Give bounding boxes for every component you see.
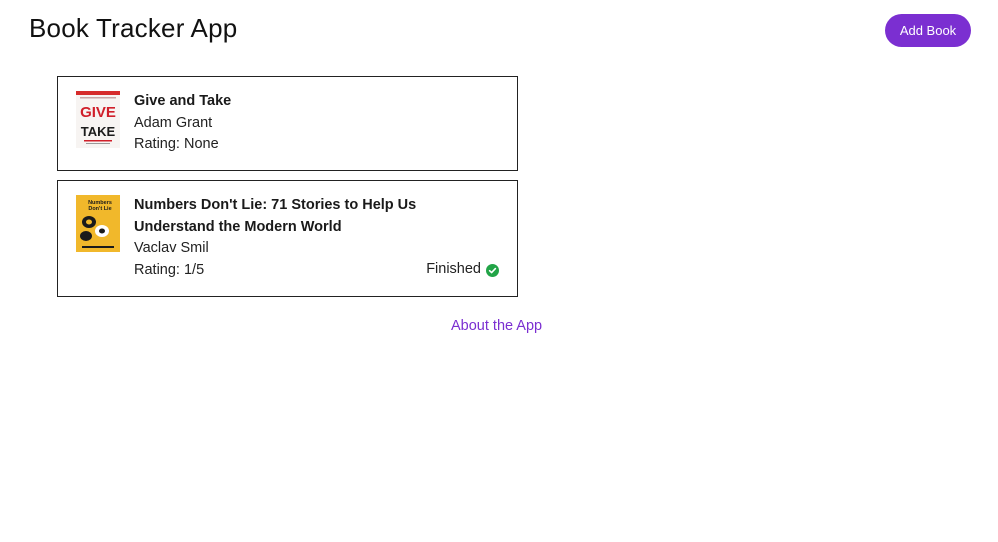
book-list: GIVE TAKE Give and Take Adam Grant Ratin… xyxy=(57,76,518,306)
book-cover-image: GIVE TAKE xyxy=(76,91,120,148)
book-card[interactable]: Numbers Don't Lie Numbers Don't Lie: 71 … xyxy=(57,180,518,297)
app-header: Book Tracker App Add Book xyxy=(0,0,998,60)
book-rating: Rating: None xyxy=(134,136,219,152)
cover-text-top: GIVE xyxy=(80,104,116,121)
book-title: Numbers Don't Lie: 71 Stories to Help Us… xyxy=(134,197,417,235)
svg-text:Don't Lie: Don't Lie xyxy=(88,206,111,212)
book-author: Vaclav Smil xyxy=(134,240,209,256)
app-title: Book Tracker App xyxy=(29,13,238,43)
cover-text-bottom: TAKE xyxy=(81,124,116,139)
book-title: Give and Take xyxy=(134,93,232,109)
book-cover-give-and-take-icon: GIVE TAKE xyxy=(76,91,120,148)
book-author: Adam Grant xyxy=(134,114,213,131)
book-status: Finished xyxy=(426,259,499,281)
book-card[interactable]: GIVE TAKE Give and Take Adam Grant Ratin… xyxy=(57,76,518,171)
check-circle-icon xyxy=(486,263,499,277)
book-cover-image: Numbers Don't Lie xyxy=(76,195,120,252)
about-link[interactable]: About the App xyxy=(451,316,542,336)
status-label: Finished xyxy=(426,260,481,277)
book-cover-numbers-dont-lie-icon: Numbers Don't Lie xyxy=(76,195,120,252)
add-book-button[interactable]: Add Book xyxy=(885,14,971,47)
